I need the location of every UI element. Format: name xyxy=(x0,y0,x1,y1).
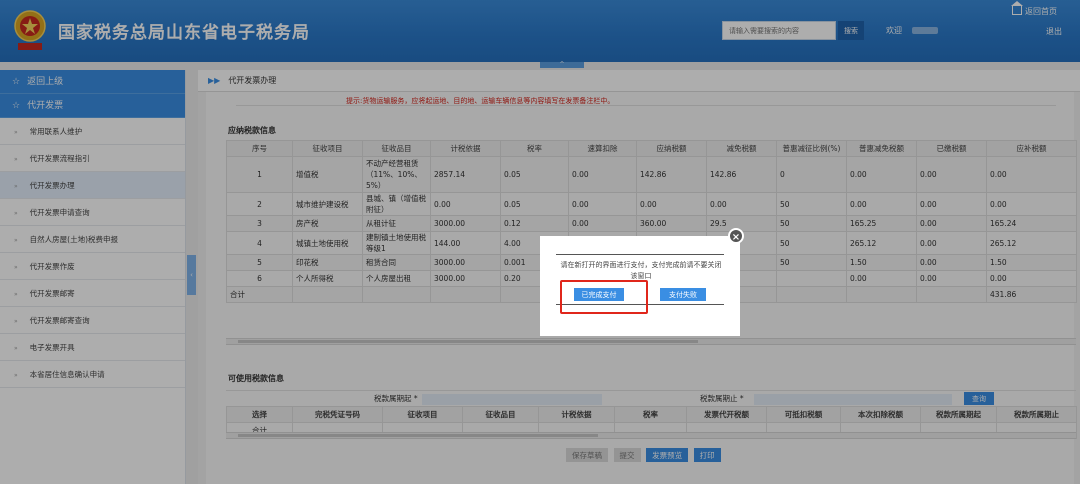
divider xyxy=(556,254,724,255)
close-icon[interactable]: × xyxy=(728,228,744,244)
payment-dialog-message: 请在新打开的界面进行支付，支付完成前请不要关闭该窗口 xyxy=(560,261,722,280)
highlight-annotation xyxy=(560,280,648,314)
payment-failed-button[interactable]: 支付失败 xyxy=(660,288,706,301)
